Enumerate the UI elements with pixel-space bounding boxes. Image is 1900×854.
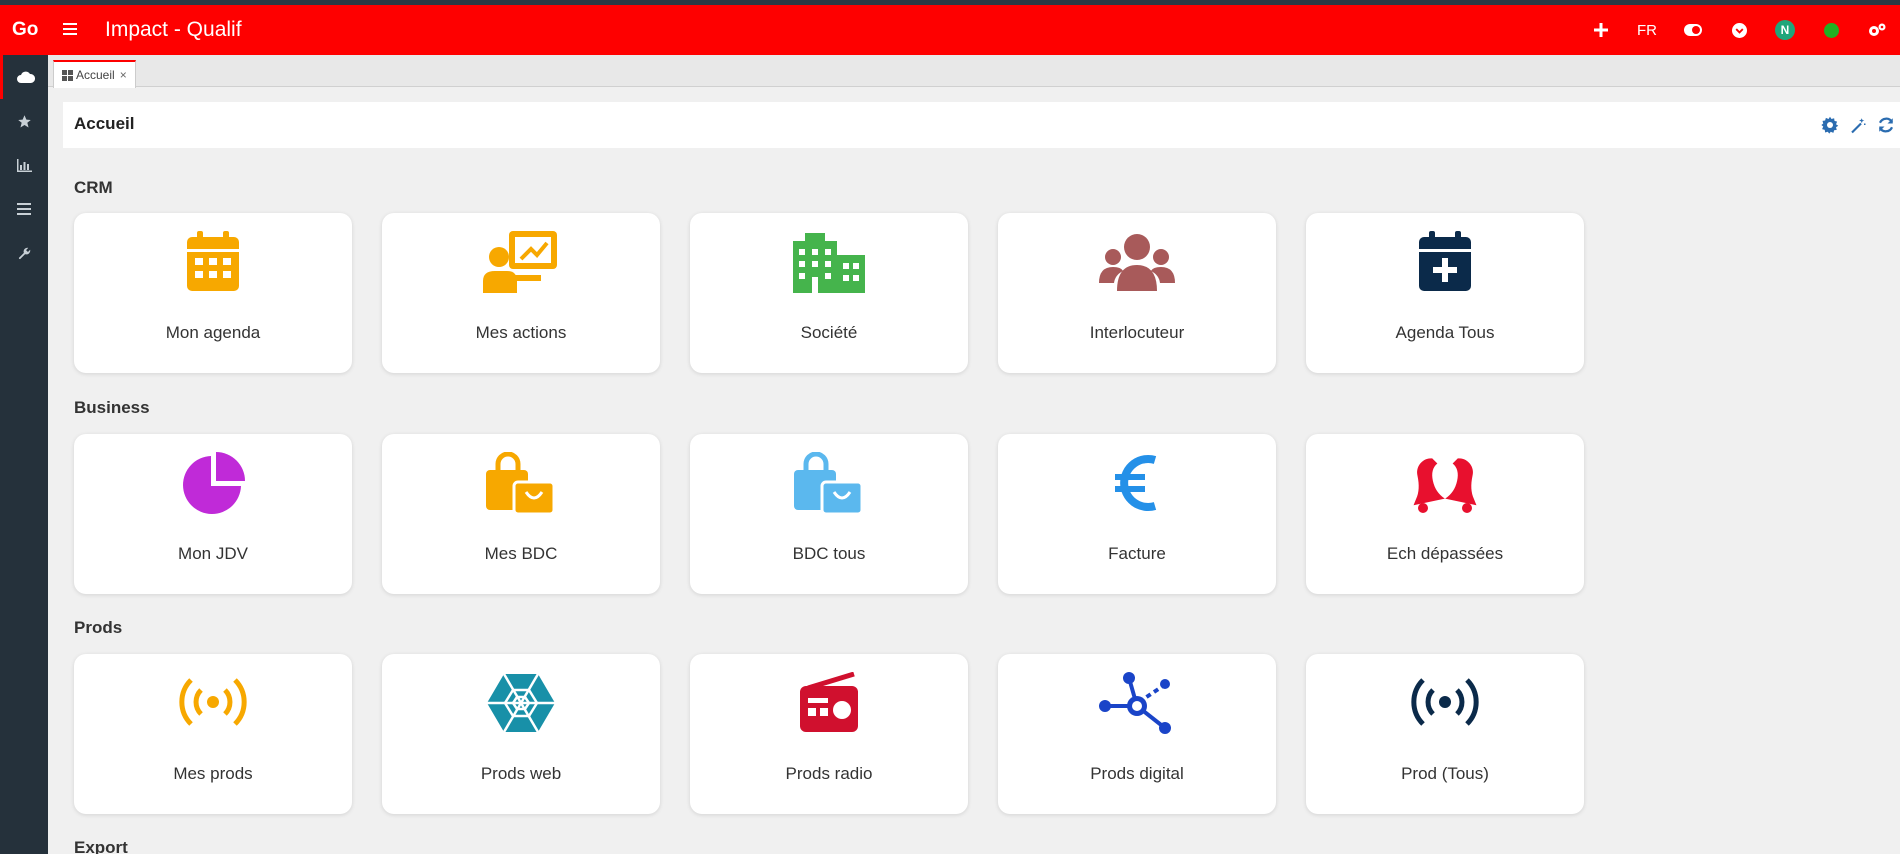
tab-bar: Accueil × <box>48 55 1900 88</box>
refresh-icon <box>1878 117 1894 133</box>
tile-label: Mes BDC <box>484 544 558 563</box>
cogs-icon <box>1869 23 1886 36</box>
top-header: Go Impact - Qualif FR N <box>0 5 1900 55</box>
section-title-prods: Prods <box>74 618 123 637</box>
bells-icon <box>1306 452 1584 518</box>
sidebar-item-list[interactable] <box>0 187 48 231</box>
broadcast-icon <box>74 672 352 738</box>
page-refresh-button[interactable] <box>1872 113 1900 137</box>
avatar: N <box>1775 20 1795 40</box>
theme-toggle[interactable] <box>1670 5 1716 55</box>
app-title: Impact - Qualif <box>105 18 242 41</box>
dropdown-button[interactable] <box>1716 5 1762 55</box>
sidebar <box>0 55 48 854</box>
sidebar-item-favorites[interactable] <box>0 99 48 143</box>
page-tools <box>1816 113 1900 137</box>
tile-prod-tous[interactable]: Prod (Tous) <box>1306 654 1584 814</box>
cloud-icon <box>16 71 35 83</box>
tile-label: Agenda Tous <box>1395 323 1495 342</box>
tile-mes-bdc[interactable]: Mes BDC <box>382 434 660 594</box>
tile-label: BDC tous <box>792 544 866 563</box>
tile-prods-web[interactable]: Prods web <box>382 654 660 814</box>
tile-label: Interlocuteur <box>1089 323 1185 342</box>
sidebar-item-tools[interactable] <box>0 231 48 275</box>
sidebar-item-charts[interactable] <box>0 143 48 187</box>
status-dot-icon <box>1823 22 1839 38</box>
tile-bdc-tous[interactable]: BDC tous <box>690 434 968 594</box>
page-customize-button[interactable] <box>1844 113 1872 137</box>
calendar-plus-icon <box>1306 231 1584 297</box>
tile-interlocuteur[interactable]: Interlocuteur <box>998 213 1276 373</box>
toggle-icon <box>1684 24 1702 36</box>
tile-prods-digital[interactable]: Prods digital <box>998 654 1276 814</box>
tab-label: Accueil <box>76 68 115 82</box>
add-button[interactable] <box>1578 5 1624 55</box>
tile-agenda-tous[interactable]: Agenda Tous <box>1306 213 1584 373</box>
tile-label: Société <box>800 323 858 342</box>
page-header: Accueil <box>63 102 1900 148</box>
calendar-icon <box>74 231 352 297</box>
tile-label: Facture <box>1108 544 1166 563</box>
tile-facture[interactable]: Facture <box>998 434 1276 594</box>
tile-mon-agenda[interactable]: Mon agenda <box>74 213 352 373</box>
tile-ech-depassees[interactable]: Ech dépassées <box>1306 434 1584 594</box>
grid-icon <box>62 69 73 81</box>
radio-icon <box>690 672 968 738</box>
section-title-export: Export <box>74 838 128 854</box>
section-title-crm: CRM <box>74 178 113 197</box>
hamburger-menu-icon[interactable] <box>62 21 78 37</box>
tile-label: Mon JDV <box>178 544 248 563</box>
app-logo[interactable]: Go <box>12 19 38 41</box>
wrench-icon <box>18 247 30 259</box>
page-settings-button[interactable] <box>1816 113 1844 137</box>
chevron-circle-down-icon <box>1731 22 1747 38</box>
tile-mon-jdv[interactable]: Mon JDV <box>74 434 352 594</box>
list-icon <box>17 203 31 215</box>
tile-label: Ech dépassées <box>1386 544 1504 563</box>
tile-prods-radio[interactable]: Prods radio <box>690 654 968 814</box>
language-selector[interactable]: FR <box>1624 5 1670 55</box>
tile-label: Prods radio <box>785 764 873 783</box>
tile-societe[interactable]: Société <box>690 213 968 373</box>
presenter-chart-icon <box>382 231 660 297</box>
tile-label: Prods web <box>480 764 562 783</box>
broadcast-icon <box>1306 672 1584 738</box>
spider-web-icon <box>382 672 660 738</box>
gear-icon <box>1821 116 1839 134</box>
section-title-business: Business <box>74 398 150 417</box>
network-icon <box>998 672 1276 738</box>
shopping-bags-icon <box>382 452 660 518</box>
tile-label: Mes prods <box>173 764 253 783</box>
user-avatar-button[interactable]: N <box>1762 5 1808 55</box>
building-icon <box>690 231 968 297</box>
tile-mes-actions[interactable]: Mes actions <box>382 213 660 373</box>
shopping-bags-icon <box>690 452 968 518</box>
page-title: Accueil <box>74 114 135 133</box>
tab-close-icon[interactable]: × <box>120 68 127 82</box>
status-indicator[interactable] <box>1808 5 1854 55</box>
sidebar-item-cloud[interactable] <box>0 55 48 99</box>
bar-chart-icon <box>16 158 32 172</box>
tab-accueil[interactable]: Accueil × <box>53 60 136 88</box>
tile-label: Prod (Tous) <box>1401 764 1489 783</box>
star-icon <box>17 114 31 127</box>
header-actions: FR N <box>1578 5 1900 55</box>
plus-icon <box>1594 23 1608 37</box>
magic-wand-icon <box>1851 118 1866 134</box>
tile-mes-prods[interactable]: Mes prods <box>74 654 352 814</box>
users-icon <box>998 231 1276 297</box>
tile-label: Mon agenda <box>165 323 261 342</box>
pie-chart-icon <box>74 452 352 518</box>
tile-label: Prods digital <box>1090 764 1184 783</box>
settings-button[interactable] <box>1854 5 1900 55</box>
tile-label: Mes actions <box>475 323 567 342</box>
euro-icon <box>998 452 1276 518</box>
